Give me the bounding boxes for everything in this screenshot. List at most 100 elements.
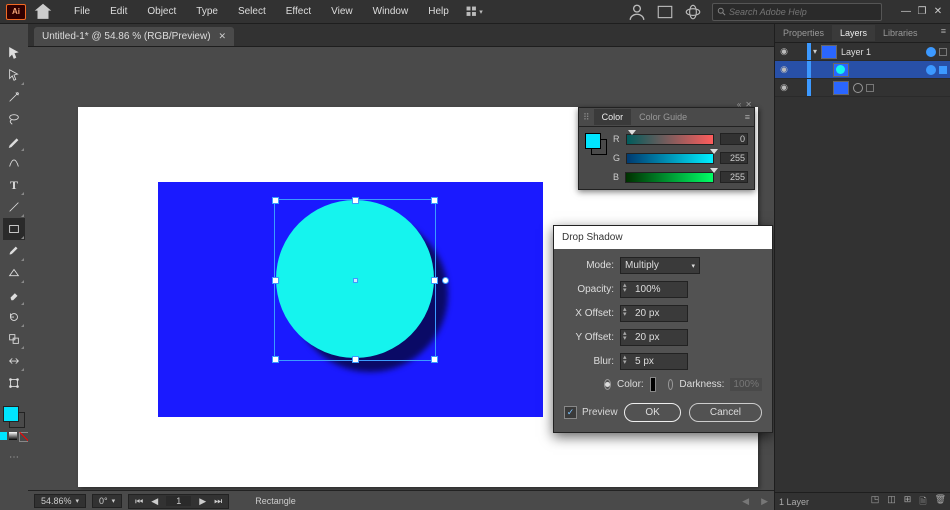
gpu-icon[interactable] [684, 3, 702, 21]
selection-indicator[interactable] [939, 66, 947, 74]
zoom-field[interactable]: 54.86%▾ [34, 494, 86, 508]
user-icon[interactable] [628, 3, 646, 21]
menu-object[interactable]: Object [137, 3, 186, 20]
darkness-radio-label: Darkness: [679, 379, 724, 390]
paintbrush-tool-icon[interactable] [3, 240, 25, 262]
color-tab[interactable]: Color [594, 109, 632, 125]
workspace-switcher-icon[interactable]: ▾ [465, 3, 483, 21]
scroll-right-icon[interactable]: ▶ [761, 496, 768, 507]
visibility-icon[interactable]: ◉ [777, 46, 791, 57]
delete-layer-icon[interactable]: 🗑 [935, 494, 946, 510]
xoffset-field[interactable]: ▴▾20 px [620, 305, 688, 322]
shadow-color-swatch[interactable] [650, 377, 657, 392]
last-artboard-icon[interactable]: ⏭ [214, 496, 222, 507]
panel-options-icon[interactable]: ≡ [941, 26, 946, 36]
yoffset-field[interactable]: ▴▾20 px [620, 329, 688, 346]
tab-layers[interactable]: Layers [832, 25, 875, 41]
color-value-field[interactable]: 0 [720, 133, 748, 145]
menu-help[interactable]: Help [418, 3, 459, 20]
scale-tool-icon[interactable] [3, 328, 25, 350]
menu-select[interactable]: Select [228, 3, 276, 20]
rectangle-tool-icon[interactable] [3, 218, 25, 240]
type-tool-icon[interactable]: T [3, 174, 25, 196]
menu-edit[interactable]: Edit [100, 3, 137, 20]
color-value-field[interactable]: 255 [720, 152, 748, 164]
opacity-field[interactable]: ▴▾100% [620, 281, 688, 298]
menu-view[interactable]: View [321, 3, 363, 20]
opacity-label: Opacity: [564, 284, 614, 295]
disclosure-icon[interactable]: ▾ [811, 47, 819, 56]
window-restore-icon[interactable]: ❐ [916, 6, 928, 18]
color-panel-swatch[interactable] [585, 133, 607, 155]
color-guide-tab[interactable]: Color Guide [631, 109, 695, 125]
document-tab[interactable]: Untitled-1* @ 54.86 % (RGB/Preview) ✕ [34, 27, 234, 46]
spinner-icon[interactable]: ▴▾ [623, 283, 627, 293]
make-clipping-mask-icon[interactable]: ◫ [887, 494, 896, 510]
layer-row[interactable]: ◉ [775, 79, 950, 97]
menu-file[interactable]: File [64, 3, 100, 20]
tab-properties[interactable]: Properties [775, 25, 832, 41]
window-minimize-icon[interactable]: — [900, 6, 912, 18]
close-tab-icon[interactable]: ✕ [219, 31, 227, 42]
first-artboard-icon[interactable]: ⏮ [135, 496, 143, 507]
prev-artboard-icon[interactable]: ◀ [151, 496, 158, 507]
selection-tool-icon[interactable] [3, 42, 25, 64]
ok-button[interactable]: OK [624, 403, 680, 422]
layer-row[interactable]: ◉ [775, 61, 950, 79]
locate-object-icon[interactable]: ◳ [871, 494, 880, 510]
layer-thumbnail [833, 63, 849, 77]
arrange-docs-icon[interactable] [656, 3, 674, 21]
artboard-nav[interactable]: ⏮◀ 1 ▶⏭ [128, 494, 229, 509]
color-mode-icons[interactable] [0, 432, 29, 442]
darkness-radio[interactable] [668, 379, 673, 390]
new-sublayer-icon[interactable]: ⊞ [904, 494, 912, 510]
window-close-icon[interactable]: ✕ [932, 6, 944, 18]
direct-selection-tool-icon[interactable] [3, 64, 25, 86]
scroll-left-icon[interactable]: ◀ [742, 496, 749, 507]
rotate-field[interactable]: 0°▾ [92, 494, 122, 508]
shaper-tool-icon[interactable] [3, 262, 25, 284]
selection-indicator[interactable] [866, 84, 874, 92]
home-icon[interactable] [32, 4, 54, 20]
menu-effect[interactable]: Effect [276, 3, 321, 20]
magic-wand-tool-icon[interactable] [3, 86, 25, 108]
target-icon[interactable] [853, 83, 863, 93]
mode-dropdown[interactable]: Multiply▾ [620, 257, 700, 274]
rotate-tool-icon[interactable] [3, 306, 25, 328]
new-layer-icon[interactable]: 🗎 [919, 494, 926, 510]
menu-window[interactable]: Window [363, 3, 419, 20]
tab-libraries[interactable]: Libraries [875, 25, 926, 41]
selection-indicator[interactable] [939, 48, 947, 56]
layer-row[interactable]: ◉▾Layer 1 [775, 43, 950, 61]
canvas[interactable]: «✕ ⠿ Color Color Guide ≡ R0G255B255 Drop… [28, 47, 774, 490]
target-icon[interactable] [926, 65, 936, 75]
search-input[interactable] [712, 3, 882, 21]
pen-tool-icon[interactable] [3, 130, 25, 152]
color-slider[interactable] [626, 134, 715, 145]
color-value-field[interactable]: 255 [720, 171, 748, 183]
panel-collapse-icon[interactable]: « [737, 100, 741, 109]
cancel-button[interactable]: Cancel [689, 403, 762, 422]
eraser-tool-icon[interactable] [3, 284, 25, 306]
slider-channel-label: B [613, 172, 619, 182]
next-artboard-icon[interactable]: ▶ [199, 496, 206, 507]
color-slider[interactable] [625, 172, 714, 183]
fill-stroke-swatch[interactable] [3, 406, 25, 428]
curvature-tool-icon[interactable] [3, 152, 25, 174]
visibility-icon[interactable]: ◉ [777, 64, 791, 75]
free-transform-tool-icon[interactable] [3, 372, 25, 394]
panel-menu-icon[interactable]: ≡ [745, 112, 750, 122]
lasso-tool-icon[interactable] [3, 108, 25, 130]
more-tools-icon[interactable]: ⋯ [3, 446, 25, 468]
color-radio[interactable] [604, 379, 611, 390]
line-tool-icon[interactable] [3, 196, 25, 218]
width-tool-icon[interactable] [3, 350, 25, 372]
preview-checkbox[interactable]: ✓Preview [564, 406, 618, 419]
blur-field[interactable]: ▴▾5 px [620, 353, 688, 370]
menu-type[interactable]: Type [186, 3, 228, 20]
panel-grip-icon[interactable]: ⠿ [579, 112, 594, 123]
visibility-icon[interactable]: ◉ [777, 82, 791, 93]
panel-close-icon[interactable]: ✕ [745, 100, 752, 109]
color-slider[interactable] [626, 153, 714, 164]
target-icon[interactable] [926, 47, 936, 57]
